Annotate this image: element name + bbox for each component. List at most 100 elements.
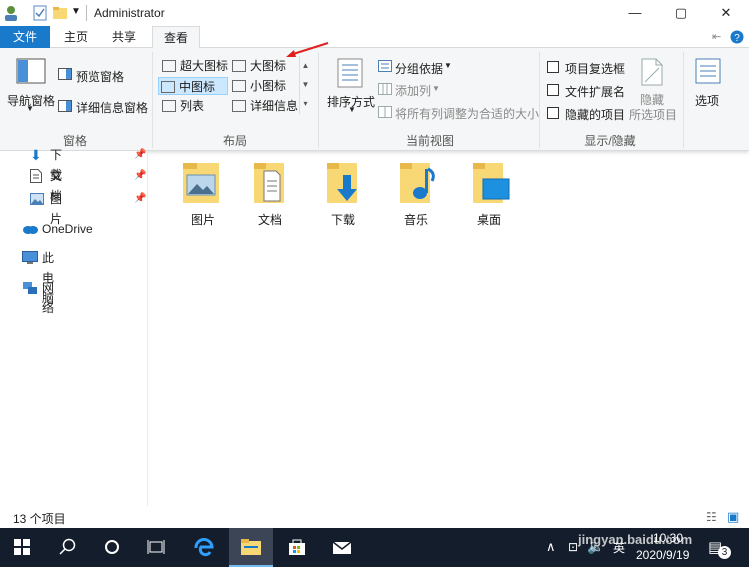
options-label: 选项 (695, 94, 720, 108)
help-icon[interactable]: ? (730, 30, 744, 44)
clock-date[interactable]: 2020/9/19 (636, 548, 689, 562)
store-icon (289, 539, 305, 555)
folder-music[interactable]: 音乐 (388, 159, 444, 227)
large-icons-view-icon[interactable]: ▣ (727, 509, 739, 525)
folder-desktop[interactable]: 桌面 (461, 159, 517, 227)
scroll-down-icon[interactable]: ▼ (300, 75, 311, 94)
details-pane-icon (58, 100, 72, 112)
store-button[interactable] (275, 528, 319, 567)
size-all-columns-label: 将所有列调整为合适的大小 (395, 107, 540, 121)
navigation-pane: ⬇ 下载 📌 文档 📌 图片 📌 OneDrive 此电脑 网络 (0, 147, 148, 506)
edge-icon (194, 538, 214, 557)
close-button[interactable]: ✕ (703, 0, 749, 26)
start-button[interactable] (0, 528, 44, 567)
cortana-button[interactable] (90, 528, 134, 567)
group-separator (539, 52, 540, 148)
minimize-button[interactable]: — (612, 0, 658, 26)
file-explorer-icon (241, 539, 261, 555)
dropdown-arrow-icon: ▼ (444, 61, 452, 70)
hide-selected-icon (641, 58, 663, 86)
large-icons-icon (232, 59, 246, 72)
edge-button[interactable] (182, 528, 226, 567)
customize-toolbar-icon[interactable]: ▼ (71, 6, 81, 17)
desktop-folder-icon (473, 163, 510, 203)
group-separator (683, 52, 684, 148)
size-columns-icon (378, 106, 392, 118)
nav-pane-icon (16, 58, 46, 84)
pin-icon[interactable]: 📌 (134, 149, 146, 160)
group-separator (152, 52, 153, 148)
folder-documents[interactable]: 文档 (242, 159, 298, 227)
ribbon: 导航窗格 ▼ 预览窗格 详细信息窗格 窗格 超大图标 大图标 中图标 小图标 列… (0, 42, 749, 151)
folder-label: 桌面 (476, 213, 501, 227)
file-extensions-checkbox[interactable] (547, 84, 559, 96)
new-folder-icon[interactable] (52, 5, 68, 21)
pin-icon[interactable]: 📌 (134, 193, 146, 204)
layout-medium-icons[interactable]: 中图标 (158, 77, 228, 95)
layout-small-icons[interactable]: 小图标 (230, 77, 300, 95)
folder-label: 音乐 (403, 213, 428, 227)
user-icon[interactable] (3, 5, 19, 21)
task-view-button[interactable] (134, 528, 178, 567)
onedrive-icon (23, 226, 38, 234)
details-view-icon[interactable]: ☷ (706, 510, 717, 524)
pictures-icon (30, 193, 44, 205)
search-button[interactable] (46, 528, 90, 567)
windows-icon (14, 539, 30, 555)
item-checkboxes-checkbox[interactable] (547, 61, 559, 73)
group-by-icon (378, 60, 392, 72)
layout-label: 中图标 (179, 80, 216, 94)
folder-label: 文档 (257, 213, 282, 227)
tab-home[interactable]: 主页 (56, 26, 96, 48)
layout-label: 列表 (180, 99, 205, 113)
task-view-icon (147, 540, 165, 554)
options-icon (695, 58, 721, 84)
layout-extra-large-icons[interactable]: 超大图标 (160, 57, 228, 75)
notification-center-button[interactable]: ▤ 3 (706, 536, 732, 560)
file-list: 图片 文档 下载 音乐 桌面 (149, 151, 749, 506)
sort-icon (337, 58, 363, 88)
details-icon (232, 99, 246, 112)
layout-scroll-bar[interactable]: ▲ ▼ ▾ (299, 56, 311, 114)
annotation-arrow-icon (286, 42, 329, 57)
layout-label: 大图标 (250, 59, 287, 73)
show-hidden-icons-icon[interactable]: ∧ (546, 539, 556, 555)
hide-selected-label-2: 所选项目 (629, 108, 678, 122)
layout-label: 小图标 (250, 79, 287, 93)
layout-label: 详细信息 (250, 99, 299, 113)
add-columns-icon (378, 83, 392, 95)
tab-file[interactable]: 文件 (0, 26, 50, 48)
svg-text:?: ? (734, 33, 740, 44)
folder-pictures[interactable]: 图片 (175, 159, 231, 227)
layout-details[interactable]: 详细信息 (230, 97, 300, 115)
list-icon (162, 99, 176, 112)
hidden-items-checkbox[interactable] (547, 107, 559, 119)
layout-list[interactable]: 列表 (160, 97, 228, 115)
group-label-layout: 布局 (222, 134, 247, 148)
tab-view[interactable]: 查看 (152, 26, 200, 49)
preview-pane-icon (58, 68, 72, 80)
pictures-folder-icon (183, 163, 219, 203)
item-checkboxes-label: 项目复选框 (565, 62, 626, 76)
mail-button[interactable] (320, 528, 364, 567)
file-explorer-button[interactable] (229, 528, 273, 567)
expand-gallery-icon[interactable]: ▾ (300, 94, 311, 113)
status-bar: 13 个项目 ☷ ▣ (0, 506, 749, 528)
watermark: jingyan.baidu.com (578, 532, 693, 547)
group-separator (318, 52, 319, 148)
documents-folder-icon (254, 163, 284, 203)
folder-downloads[interactable]: 下载 (315, 159, 371, 227)
tab-share[interactable]: 共享 (104, 26, 144, 48)
network-status-icon[interactable]: ⊡ (568, 540, 578, 554)
maximize-button[interactable]: ▢ (658, 0, 704, 26)
download-icon: ⬇ (30, 147, 42, 163)
pin-ribbon-icon[interactable]: ⇤ (712, 30, 721, 43)
folder-label: 图片 (190, 213, 215, 227)
document-icon (30, 169, 42, 183)
group-by-label: 分组依据 (395, 62, 444, 76)
folder-label: 下载 (330, 213, 355, 227)
extra-large-icons-icon (162, 59, 176, 72)
properties-icon[interactable] (32, 5, 48, 21)
pin-icon[interactable]: 📌 (134, 170, 146, 181)
add-columns-label: 添加列 (395, 84, 432, 98)
